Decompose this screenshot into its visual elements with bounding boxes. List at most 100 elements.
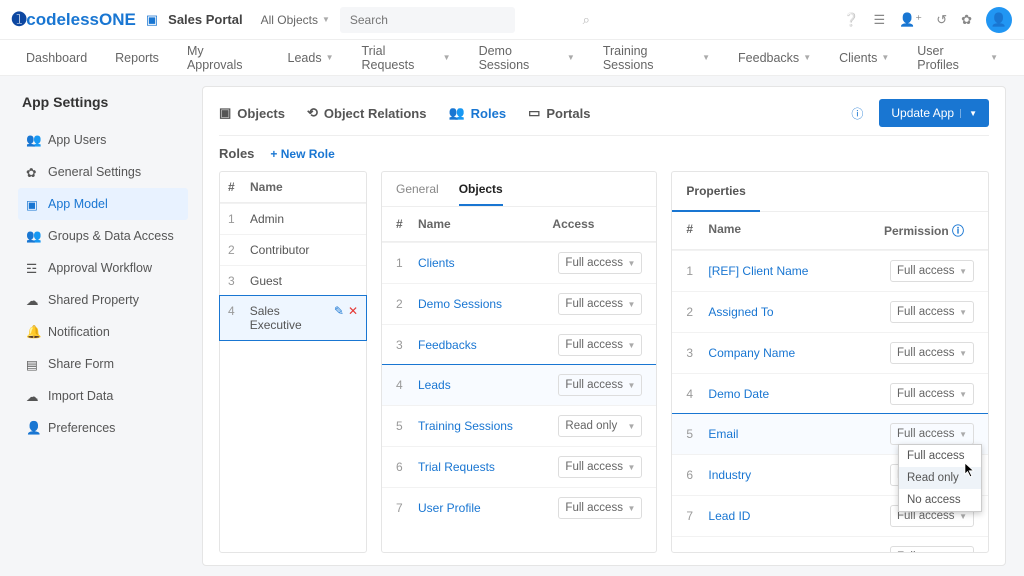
delete-icon[interactable]: ✕ [348, 304, 358, 332]
access-dropdown[interactable]: Full access▼ [558, 293, 642, 315]
sidebar-icon: ▤ [26, 357, 40, 371]
access-dropdown[interactable]: Full access▼ [558, 252, 642, 274]
sidebar-item[interactable]: ▤Share Form [18, 348, 188, 380]
permission-dropdown[interactable]: Full access▼ [890, 342, 974, 364]
object-row[interactable]: 4LeadsFull access▼ [381, 364, 657, 406]
role-row[interactable]: 2Contributor [220, 234, 366, 265]
add-user-icon[interactable]: 👤⁺ [899, 12, 922, 28]
nav-item[interactable]: User Profiles▼ [917, 44, 998, 72]
object-row[interactable]: 2Demo SessionsFull access▼ [382, 283, 656, 324]
all-objects-dropdown[interactable]: All Objects▼ [261, 13, 330, 27]
sidebar-item[interactable]: ☁Import Data [18, 380, 188, 412]
property-link[interactable]: Lead Name [708, 550, 890, 553]
nav-item[interactable]: Leads▼ [288, 51, 334, 65]
object-link[interactable]: Leads [418, 378, 558, 392]
history-icon[interactable]: ↺ [936, 12, 947, 28]
sidebar-item[interactable]: 👥Groups & Data Access [18, 220, 188, 252]
access-dropdown[interactable]: Read only▼ [558, 415, 642, 437]
sidebar-item[interactable]: ▣App Model [18, 188, 188, 220]
info-icon[interactable]: ⓘ [952, 224, 964, 238]
nav-item[interactable]: Clients▼ [839, 51, 889, 65]
permission-dropdown[interactable]: Full access▼ [890, 423, 974, 445]
object-link[interactable]: Clients [418, 256, 558, 270]
sidebar-icon: 👥 [26, 133, 40, 147]
object-link[interactable]: Training Sessions [418, 419, 558, 433]
properties-panel: Properties #NamePermission ⓘ 1[REF] Clie… [671, 171, 989, 553]
permission-dropdown[interactable]: Full access▼ [890, 546, 974, 553]
nav-item[interactable]: Training Sessions▼ [603, 44, 710, 72]
permission-dropdown[interactable]: Full access▼ [890, 260, 974, 282]
sidebar-item[interactable]: ✿General Settings [18, 156, 188, 188]
search-icon: ⌕ [583, 12, 590, 28]
cursor-icon [964, 462, 978, 480]
property-row[interactable]: 2Assigned ToFull access▼ [672, 291, 988, 332]
permission-option[interactable]: No access [899, 489, 981, 511]
nav-item[interactable]: Feedbacks▼ [738, 51, 811, 65]
property-row[interactable]: 8Lead NameFull access▼ [672, 536, 988, 553]
permission-dropdown[interactable]: Full access▼ [890, 301, 974, 323]
sidebar-icon: 🔔 [26, 325, 40, 339]
sidebar-item[interactable]: 🔔Notification [18, 316, 188, 348]
update-app-button[interactable]: Update App▼ [879, 99, 989, 127]
object-link[interactable]: Feedbacks [418, 338, 558, 352]
help-icon[interactable]: ❔ [843, 12, 859, 28]
settings-tab[interactable]: ▭Portals [528, 105, 590, 121]
object-link[interactable]: User Profile [418, 501, 558, 515]
gear-icon[interactable]: ✿ [961, 12, 972, 28]
avatar[interactable]: 👤 [986, 7, 1012, 33]
property-link[interactable]: [REF] Client Name [708, 264, 890, 278]
property-link[interactable]: Lead ID [708, 509, 890, 523]
nav-item[interactable]: Dashboard [26, 51, 87, 65]
search-input[interactable] [340, 7, 515, 33]
access-dropdown[interactable]: Full access▼ [558, 456, 642, 478]
logo[interactable]: ➊codelessONE [12, 10, 136, 30]
info-icon[interactable]: ⓘ [851, 105, 863, 122]
portal-name[interactable]: Sales Portal [168, 12, 242, 27]
role-row[interactable]: 1Admin [220, 203, 366, 234]
nav-item[interactable]: Demo Sessions▼ [479, 44, 575, 72]
object-link[interactable]: Trial Requests [418, 460, 558, 474]
property-link[interactable]: Company Name [708, 346, 890, 360]
property-link[interactable]: Industry [708, 468, 890, 482]
access-dropdown[interactable]: Full access▼ [558, 374, 642, 396]
role-row[interactable]: 3Guest [220, 265, 366, 296]
inner-tab[interactable]: Objects [459, 182, 503, 206]
inner-tab[interactable]: General [396, 182, 439, 196]
object-row[interactable]: 3FeedbacksFull access▼ [382, 324, 656, 365]
sidebar-icon: ☲ [26, 261, 40, 275]
sidebar-icon: ✿ [26, 165, 40, 179]
property-row[interactable]: 5EmailFull access▼Full accessRead onlyNo… [671, 413, 989, 455]
settings-tab[interactable]: 👥Roles [448, 105, 506, 121]
sidebar-item[interactable]: ☁Shared Property [18, 284, 188, 316]
new-role-button[interactable]: + New Role [270, 147, 334, 161]
settings-tab[interactable]: ▣Objects [219, 105, 285, 121]
property-row[interactable]: 4Demo DateFull access▼ [672, 373, 988, 414]
sidebar-item[interactable]: 👥App Users [18, 124, 188, 156]
objects-panel: GeneralObjects #NameAccess 1ClientsFull … [381, 171, 657, 553]
nav-item[interactable]: Reports [115, 51, 159, 65]
object-row[interactable]: 6Trial RequestsFull access▼ [382, 446, 656, 487]
access-dropdown[interactable]: Full access▼ [558, 497, 642, 519]
edit-icon[interactable]: ✎ [334, 304, 344, 332]
permission-dropdown[interactable]: Full access▼ [890, 383, 974, 405]
object-row[interactable]: 5Training SessionsRead only▼ [382, 405, 656, 446]
access-dropdown[interactable]: Full access▼ [558, 334, 642, 356]
roles-crumb: Roles [219, 146, 254, 161]
object-link[interactable]: Demo Sessions [418, 297, 558, 311]
nav-item[interactable]: My Approvals [187, 44, 260, 72]
sidebar-item[interactable]: 👤Preferences [18, 412, 188, 444]
settings-tab[interactable]: ⟲Object Relations [307, 105, 426, 121]
property-link[interactable]: Email [708, 427, 890, 441]
property-row[interactable]: 3Company NameFull access▼ [672, 332, 988, 373]
role-row[interactable]: 4Sales Executive✎✕ [219, 295, 367, 341]
object-row[interactable]: 7User ProfileFull access▼ [382, 487, 656, 528]
sidebar-icon: ☁ [26, 389, 40, 403]
object-row[interactable]: 1ClientsFull access▼ [382, 242, 656, 283]
property-row[interactable]: 1[REF] Client NameFull access▼ [672, 250, 988, 291]
sidebar-icon: 👥 [26, 229, 40, 243]
storage-icon[interactable]: ☰ [873, 12, 885, 28]
nav-item[interactable]: Trial Requests▼ [362, 44, 451, 72]
property-link[interactable]: Demo Date [708, 387, 890, 401]
sidebar-item[interactable]: ☲Approval Workflow [18, 252, 188, 284]
property-link[interactable]: Assigned To [708, 305, 890, 319]
